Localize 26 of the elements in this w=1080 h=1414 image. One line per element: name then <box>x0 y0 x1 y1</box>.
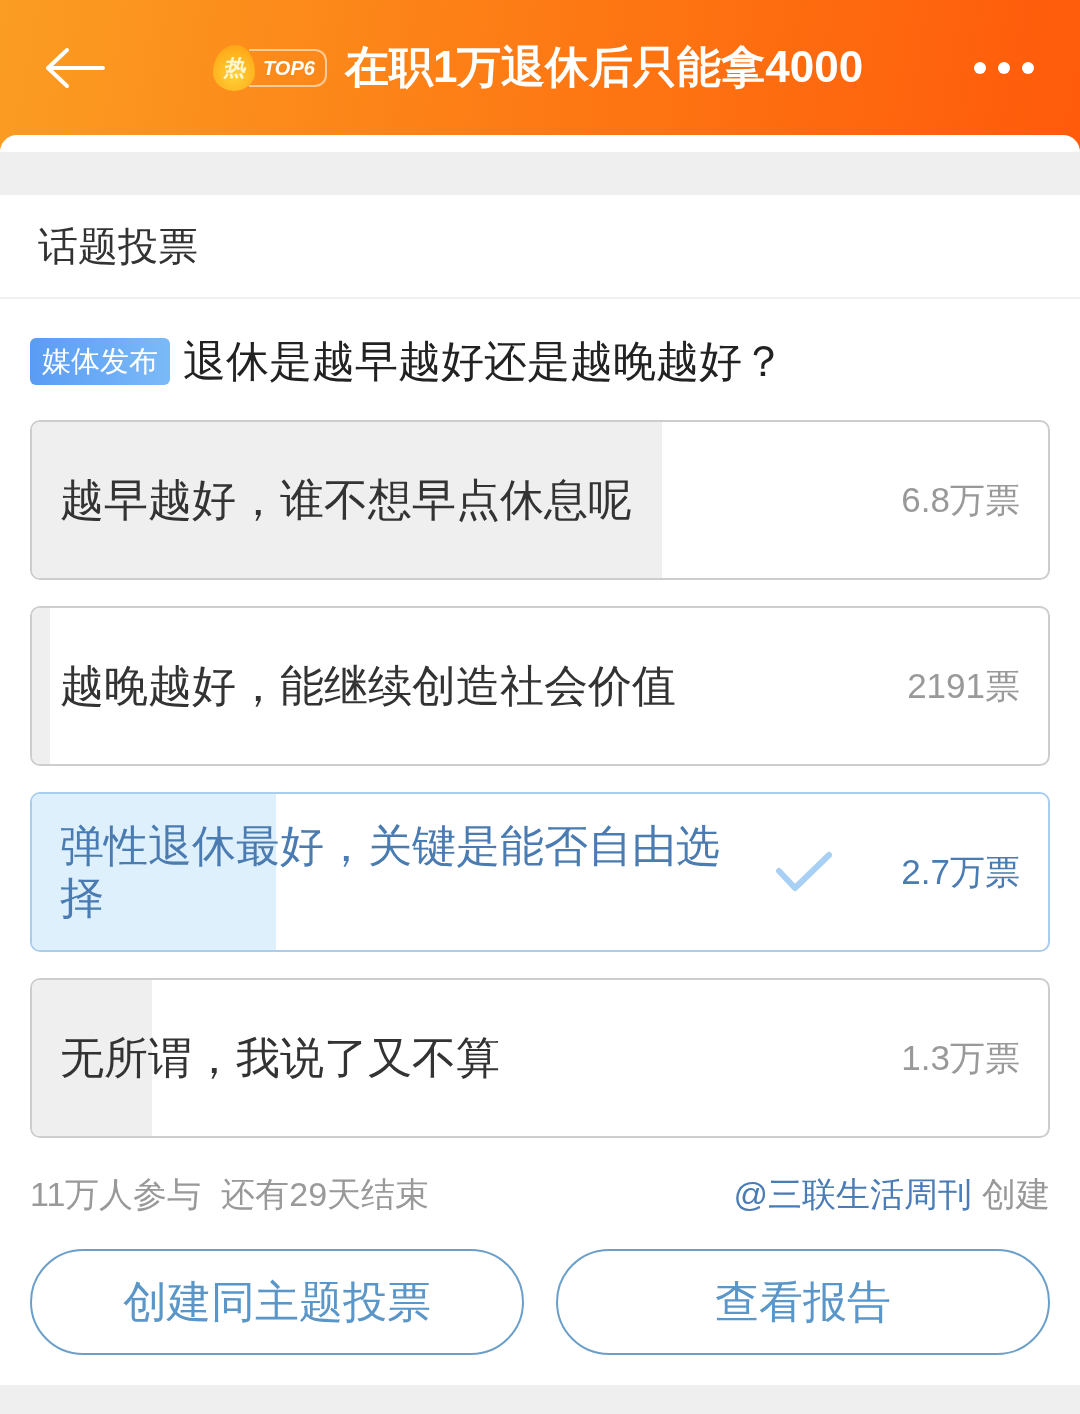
media-badge: 媒体发布 <box>30 338 170 385</box>
poll-option[interactable]: 越早越好，谁不想早点休息呢 6.8万票 <box>30 420 1050 580</box>
vote-count: 2191票 <box>907 664 1020 707</box>
action-button[interactable]: 创建同主题投票 <box>30 1249 524 1355</box>
poll-option[interactable]: 弹性退休最好，关键是能否自由选择 2.7万票 <box>30 792 1050 952</box>
creator-link[interactable]: @三联生活周刊 <box>733 1172 972 1218</box>
poll-question: 退休是越早越好还是越晚越好？ <box>183 335 785 387</box>
check-icon <box>776 851 832 893</box>
poll-option[interactable]: 无所谓，我说了又不算 1.3万票 <box>30 978 1050 1138</box>
hot-label: 热 <box>213 44 255 91</box>
page-title: 在职1万退休后只能拿4000 <box>344 41 864 93</box>
option-label: 弹性退休最好，关键是能否自由选择 <box>60 820 721 924</box>
vote-count: 1.3万票 <box>901 1036 1020 1079</box>
vote-count: 6.8万票 <box>901 478 1020 521</box>
creator-suffix: 创建 <box>982 1174 1050 1215</box>
participant-count: 11万人参与 <box>30 1174 202 1215</box>
back-arrow-icon[interactable] <box>45 46 105 89</box>
section-title: 话题投票 <box>37 222 199 270</box>
vote-count: 2.7万票 <box>901 850 1020 893</box>
option-label: 越晚越好，能继续创造社会价值 <box>60 660 676 712</box>
action-button[interactable]: 查看报告 <box>556 1249 1050 1355</box>
option-label: 越早越好，谁不想早点休息呢 <box>60 474 632 526</box>
option-label: 无所谓，我说了又不算 <box>60 1032 500 1084</box>
time-remaining: 还有29天结束 <box>221 1174 430 1215</box>
poll-option[interactable]: 越晚越好，能继续创造社会价值 2191票 <box>30 606 1050 766</box>
more-options-icon[interactable] <box>973 60 1035 75</box>
